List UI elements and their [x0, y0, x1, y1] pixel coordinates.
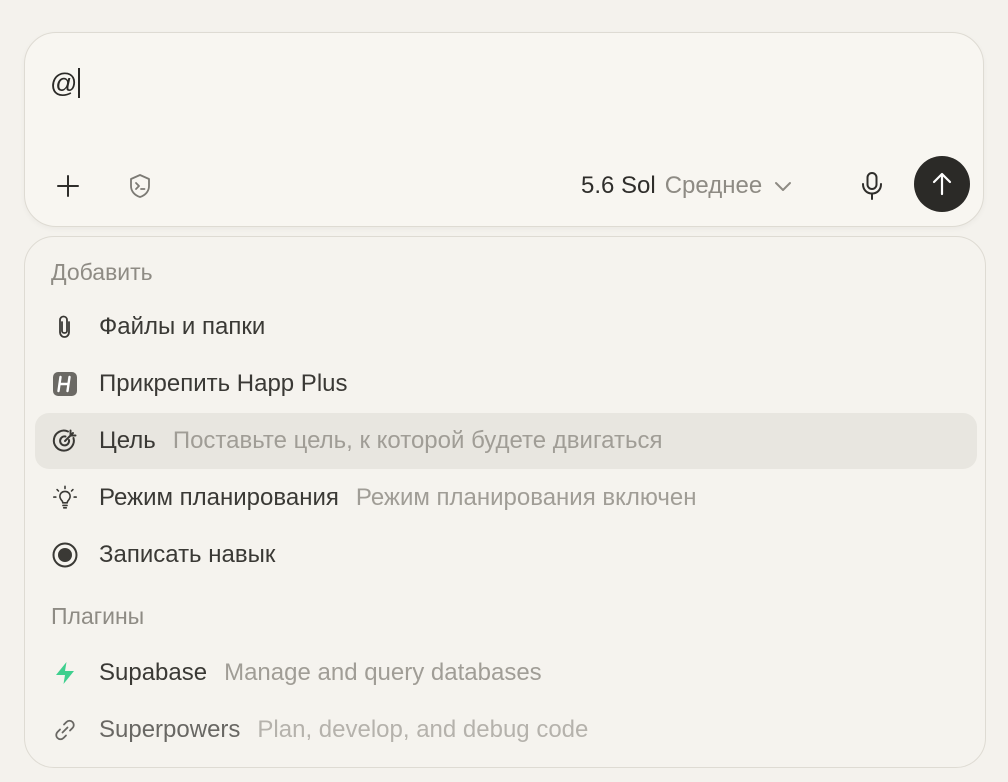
prompt-input[interactable]: @ [50, 67, 81, 99]
menu-item-files-label: Файлы и папки [99, 313, 266, 340]
shield-terminal-icon [130, 174, 150, 198]
menu-item-supabase-text: Supabase Manage and query databases [99, 659, 542, 687]
prompt-input-value: @ [50, 68, 78, 98]
section-title-add: Добавить [51, 259, 153, 285]
menu-item-supabase[interactable]: Supabase Manage and query databases [35, 645, 977, 701]
menu-item-supabase-description: Manage and query databases [224, 659, 542, 686]
menu-item-happ-plus-label: Прикрепить Happ Plus [99, 370, 348, 397]
menu-item-superpowers-text: Superpowers Plan, develop, and debug cod… [99, 716, 588, 744]
record-icon [51, 541, 79, 569]
model-selector[interactable]: 5.6 Sol Среднее [581, 170, 794, 202]
menu-item-record-skill-label: Записать навык [99, 541, 276, 568]
target-icon [51, 427, 79, 455]
text-caret [78, 68, 81, 98]
link-icon [51, 716, 79, 744]
menu-item-files[interactable]: Файлы и папки [35, 299, 977, 355]
add-attachment-button[interactable] [51, 169, 85, 203]
menu-item-supabase-label: Supabase [99, 659, 208, 686]
supabase-icon [51, 659, 79, 687]
menu-item-planning-mode[interactable]: Режим планирования Режим планирования вк… [35, 470, 977, 526]
menu-item-planning-description: Режим планирования включен [355, 484, 697, 511]
plus-icon [57, 175, 79, 197]
menu-item-record-skill[interactable]: Записать навык [35, 527, 977, 583]
menu-item-goal-description: Поставьте цель, к которой будете двигать… [172, 427, 663, 454]
model-name: 5.6 Sol [581, 172, 656, 199]
menu-item-superpowers-description: Plan, develop, and debug code [257, 716, 589, 743]
menu-item-happ-plus[interactable]: Прикрепить Happ Plus [35, 356, 977, 412]
menu-item-superpowers[interactable]: Superpowers Plan, develop, and debug cod… [35, 702, 977, 758]
menu-item-planning-label: Режим планирования [99, 484, 339, 511]
menu-item-planning-text: Режим планирования Режим планирования вк… [99, 484, 696, 512]
microphone-icon [862, 172, 882, 200]
mention-menu: Добавить Файлы и папки Прикрепить Happ P… [24, 236, 986, 768]
menu-item-goal-label: Цель [99, 427, 156, 454]
section-title-plugins: Плагины [51, 603, 145, 629]
arrow-up-icon [932, 172, 952, 196]
sandbox-permissions-button[interactable] [123, 169, 157, 203]
reasoning-level: Среднее [664, 172, 763, 199]
menu-item-goal[interactable]: Цель Поставьте цель, к которой будете дв… [35, 413, 977, 469]
lightbulb-icon [51, 484, 79, 512]
send-button[interactable] [914, 156, 970, 212]
prompt-composer: @ 5.6 Sol Среднее [24, 32, 984, 227]
menu-item-superpowers-label: Superpowers [99, 716, 241, 743]
paperclip-icon [51, 313, 79, 341]
chevron-down-icon [772, 175, 794, 197]
happ-plus-icon [51, 370, 79, 398]
menu-item-goal-text: Цель Поставьте цель, к которой будете дв… [99, 427, 662, 455]
voice-input-button[interactable] [855, 169, 889, 203]
